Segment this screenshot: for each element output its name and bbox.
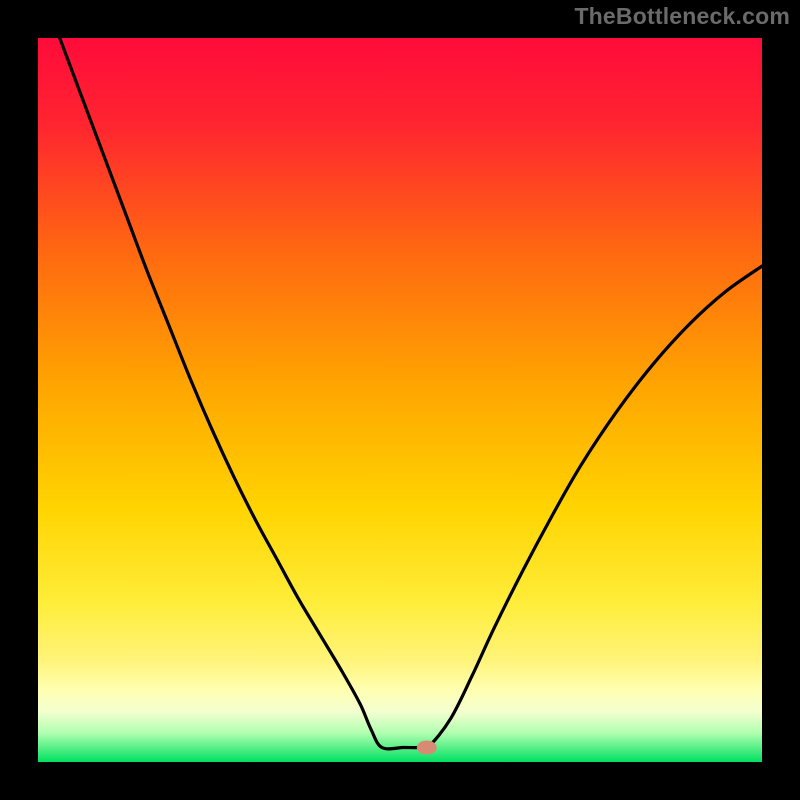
watermark-text: TheBottleneck.com: [574, 3, 790, 30]
plot-background: [38, 38, 762, 762]
curve-marker: [417, 741, 437, 755]
chart-svg: [0, 0, 800, 800]
chart-container: TheBottleneck.com: [0, 0, 800, 800]
